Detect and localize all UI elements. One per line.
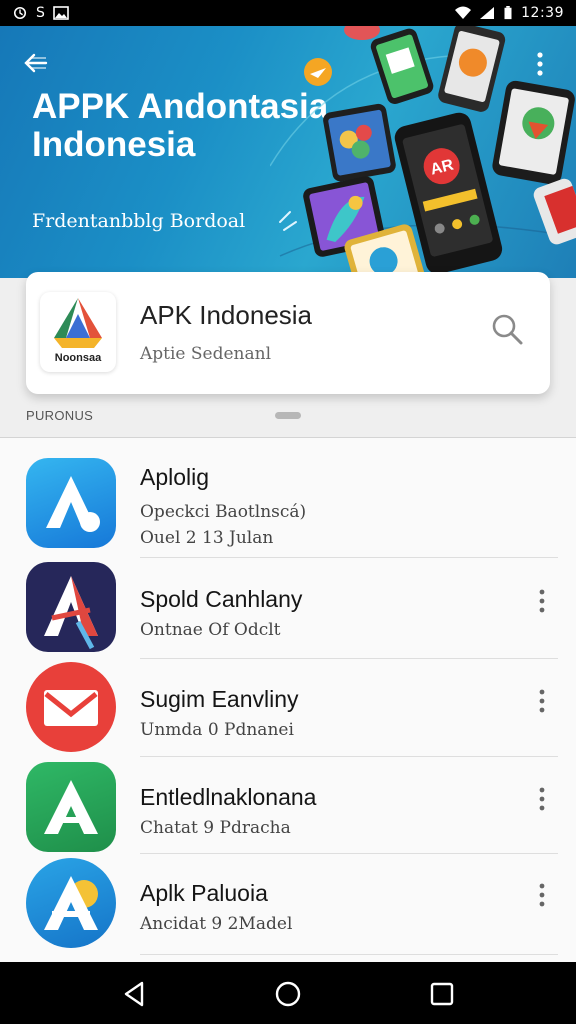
app-logo-text: Noonsaa bbox=[54, 352, 102, 364]
list-item[interactable]: Aplolig Opeckci Baotlnscá) Ouel 2 13 Jul… bbox=[0, 448, 576, 558]
status-left: S bbox=[12, 5, 70, 21]
more-vertical-icon[interactable] bbox=[534, 50, 546, 78]
navy-a-app-icon bbox=[26, 562, 116, 652]
list-item-title: Entledlnaklonana bbox=[140, 784, 317, 810]
list-item-subtitle: Ancidat 9 2Madel bbox=[140, 914, 293, 934]
list-item-title: Aplolig bbox=[140, 464, 210, 490]
list-separator bbox=[140, 954, 558, 955]
app-tagline: Aptie Sedenanl bbox=[140, 344, 272, 364]
drag-handle[interactable] bbox=[275, 412, 301, 419]
app-header-card: Noonsaa APK Indonesia Aptie Sedenanl bbox=[26, 272, 550, 394]
list-item-subtitle: Unmda 0 Pdnanei bbox=[140, 720, 294, 740]
battery-icon bbox=[504, 6, 512, 20]
signal-icon bbox=[480, 7, 495, 19]
wifi-icon bbox=[455, 6, 472, 19]
more-vertical-icon[interactable] bbox=[536, 786, 548, 812]
app-list: Aplolig Opeckci Baotlnscá) Ouel 2 13 Jul… bbox=[0, 438, 576, 962]
arrow-left-icon[interactable] bbox=[20, 50, 50, 76]
app-name: APK Indonesia bbox=[140, 300, 313, 330]
list-item-title: Aplk Paluoia bbox=[140, 880, 268, 906]
list-item[interactable]: Aplk Paluoia Ancidat 9 2Madel bbox=[0, 854, 576, 954]
list-item[interactable]: Spold Canhlany Ontnae Of Odclt bbox=[0, 558, 576, 658]
more-vertical-icon[interactable] bbox=[536, 688, 548, 714]
triangle-logo-icon bbox=[54, 298, 102, 348]
more-vertical-icon[interactable] bbox=[536, 882, 548, 908]
nav-back-triangle-icon[interactable] bbox=[120, 980, 148, 1008]
image-icon bbox=[53, 6, 70, 20]
section-label: PURONUS bbox=[26, 408, 94, 423]
list-item-subtitle: Chatat 9 Pdracha bbox=[140, 818, 291, 838]
green-a-app-icon bbox=[26, 762, 116, 852]
status-right: 12:39 bbox=[455, 5, 564, 21]
nav-recents-square-icon[interactable] bbox=[428, 980, 456, 1008]
red-mail-app-icon bbox=[26, 662, 116, 752]
sync-icon bbox=[13, 6, 27, 20]
nav-home-circle-icon[interactable] bbox=[274, 980, 302, 1008]
list-item-title: Sugim Eanvliny bbox=[140, 686, 299, 712]
hero-banner: APPK Andontasia Indonesia Frdentanbblg B… bbox=[0, 26, 576, 278]
list-item[interactable]: Entledlnaklonana Chatat 9 Pdracha bbox=[0, 756, 576, 856]
list-item-subtitle-2: Ouel 2 13 Julan bbox=[140, 528, 274, 548]
blue-a-app-icon bbox=[26, 458, 116, 548]
list-item-subtitle: Opeckci Baotlnscá) bbox=[140, 502, 307, 522]
list-item-subtitle: Ontnae Of Odclt bbox=[140, 620, 281, 640]
hero-subtitle: Frdentanbblg Bordoal bbox=[32, 210, 246, 232]
app-logo: Noonsaa bbox=[40, 292, 116, 372]
status-left-text: S bbox=[36, 5, 46, 21]
list-item[interactable]: Sugim Eanvliny Unmda 0 Pdnanei bbox=[0, 658, 576, 758]
navigation-bar bbox=[0, 962, 576, 1024]
phones-illustration: AR bbox=[270, 26, 576, 278]
more-vertical-icon[interactable] bbox=[536, 588, 548, 614]
list-item-title: Spold Canhlany bbox=[140, 586, 303, 612]
search-icon[interactable] bbox=[490, 312, 524, 346]
blue-yellow-a-app-icon bbox=[26, 858, 116, 948]
status-time: 12:39 bbox=[521, 5, 564, 21]
status-bar: S 12:39 bbox=[0, 0, 576, 26]
